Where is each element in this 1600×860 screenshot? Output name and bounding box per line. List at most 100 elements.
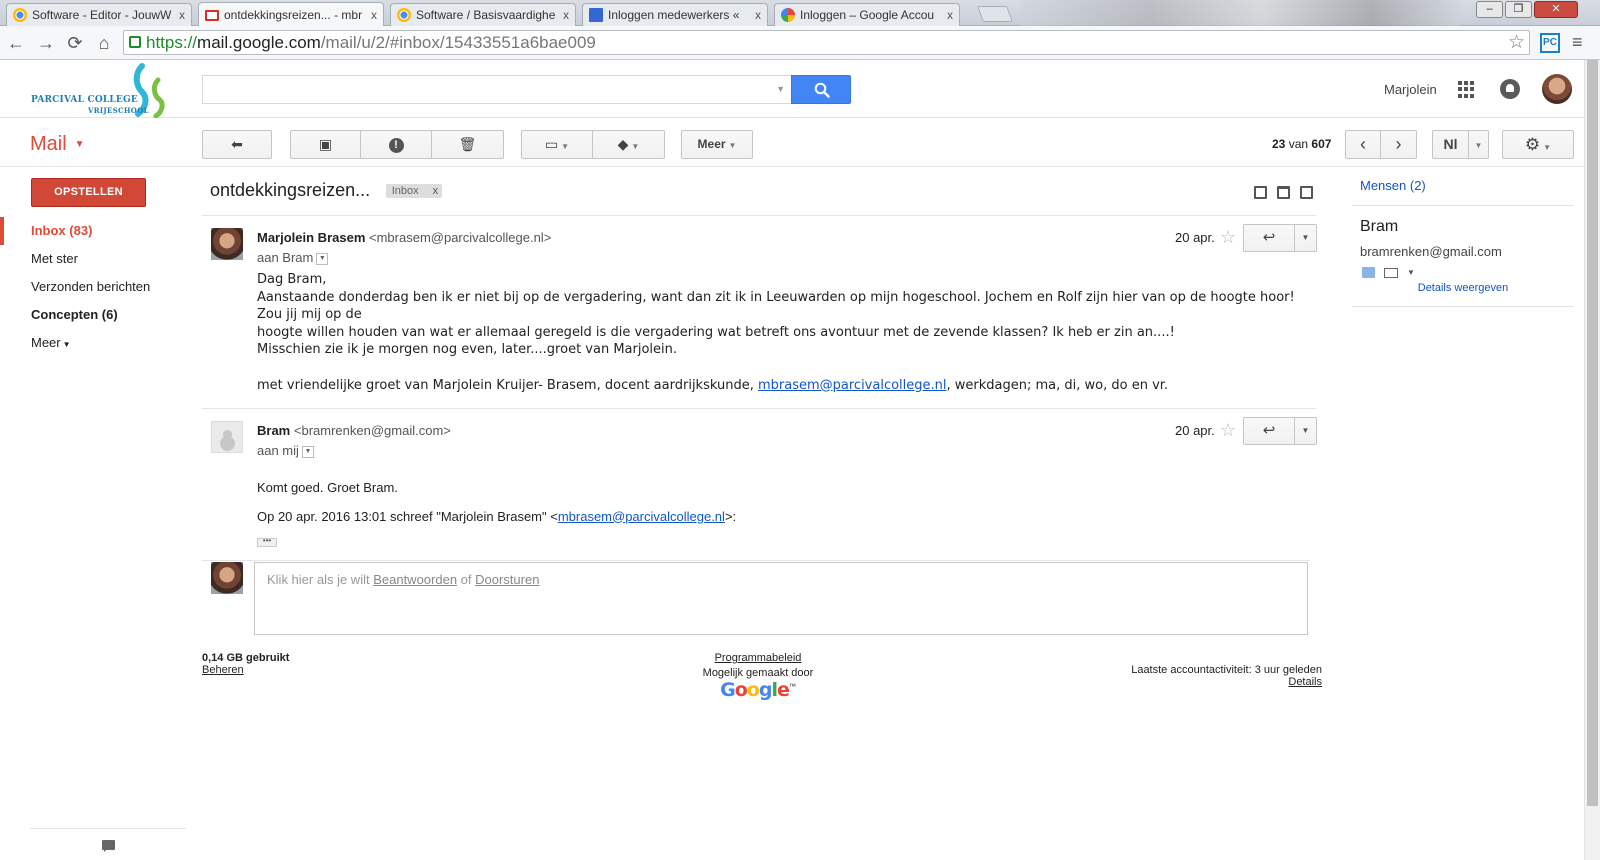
manage-storage-link[interactable]: Beheren bbox=[202, 664, 289, 676]
show-details-chevron-down-icon[interactable]: ▼ bbox=[301, 445, 314, 458]
forward-link[interactable]: Doorsturen bbox=[475, 572, 539, 587]
message-sender[interactable]: Marjolein Brasem <mbrasem@parcivalcolleg… bbox=[257, 230, 551, 245]
google-logo: Google bbox=[720, 679, 790, 701]
browser-tab-google-accounts[interactable]: Inloggen – Google Accou x bbox=[774, 3, 960, 26]
sidebar-item-label: Inbox (83) bbox=[31, 223, 93, 238]
browser-tab-gmail[interactable]: ontdekkingsreizen... - mbr x bbox=[198, 2, 384, 27]
search-button[interactable] bbox=[791, 75, 851, 104]
trademark: ™ bbox=[788, 683, 796, 691]
show-details-chevron-down-icon[interactable]: ▼ bbox=[316, 252, 329, 265]
pager-current: 23 bbox=[1272, 137, 1286, 151]
search-options-chevron-down-icon[interactable]: ▼ bbox=[776, 84, 785, 94]
account-avatar[interactable] bbox=[1542, 74, 1572, 104]
sidebar-item-starred[interactable]: Met ster bbox=[0, 245, 190, 273]
notifications-bell-icon[interactable] bbox=[1500, 79, 1520, 99]
search-input[interactable]: ▼ bbox=[202, 75, 791, 104]
archive-button[interactable]: ▣ bbox=[290, 130, 361, 159]
tab-close-icon[interactable]: x bbox=[371, 8, 377, 22]
page-scrollbar[interactable] bbox=[1584, 60, 1600, 860]
input-language-button[interactable]: Nl bbox=[1432, 130, 1469, 159]
mail-switcher[interactable]: Mail ▼ bbox=[30, 133, 85, 156]
delete-button[interactable]: 🗑 bbox=[432, 130, 504, 159]
quote-email-link[interactable]: mbrasem@parcivalcollege.nl bbox=[558, 509, 725, 524]
quick-reply-box[interactable]: Klik hier als je wilt Beantwoorden of Do… bbox=[254, 562, 1308, 635]
bookmark-star-icon[interactable]: ☆ bbox=[1508, 31, 1525, 54]
divider bbox=[202, 560, 1310, 561]
reply-link[interactable]: Beantwoorden bbox=[373, 572, 457, 587]
people-pane: Mensen (2) Bram bramrenken@gmail.com ▼ D… bbox=[1352, 178, 1574, 307]
scrollbar-thumb[interactable] bbox=[1587, 60, 1598, 806]
print-icon[interactable] bbox=[1277, 186, 1290, 199]
show-trimmed-content-button[interactable]: ••• bbox=[257, 537, 277, 547]
home-icon[interactable]: ⌂ bbox=[94, 33, 114, 53]
message-body: Dag Bram, Aanstaande donderdag ben ik er… bbox=[257, 271, 1317, 394]
tab-close-icon[interactable]: x bbox=[563, 8, 569, 22]
sidebar-item-drafts[interactable]: Concepten (6) bbox=[0, 301, 190, 329]
settings-button[interactable]: ⚙ ▼ bbox=[1502, 130, 1574, 159]
apps-grid-icon[interactable] bbox=[1458, 81, 1475, 98]
activity-details-link[interactable]: Details bbox=[1131, 676, 1322, 688]
extension-pc-icon[interactable]: PC bbox=[1540, 33, 1560, 53]
star-icon[interactable]: ☆ bbox=[1220, 227, 1236, 248]
star-icon[interactable]: ☆ bbox=[1220, 420, 1236, 441]
remove-label-icon[interactable]: x bbox=[433, 185, 439, 197]
parcival-college-logo[interactable]: PARCIVAL COLLEGE VRIJESCHOOL bbox=[30, 62, 172, 119]
url-input[interactable]: https://mail.google.com/mail/u/2/#inbox/… bbox=[123, 30, 1530, 55]
input-language-dropdown[interactable]: ▼ bbox=[1469, 130, 1489, 159]
sender-name: Marjolein Brasem bbox=[257, 230, 366, 245]
recipients-label: aan mij bbox=[257, 443, 299, 458]
program-policy-link[interactable]: Programmabeleid bbox=[668, 652, 848, 664]
sidebar-item-more[interactable]: Meer ▼ bbox=[0, 329, 190, 357]
email-icon[interactable] bbox=[1384, 267, 1398, 278]
search-icon bbox=[814, 82, 830, 98]
sidebar-item-inbox[interactable]: Inbox (83) bbox=[0, 217, 190, 245]
forward-icon[interactable]: → bbox=[36, 33, 56, 53]
sidebar-item-label: Meer bbox=[31, 335, 61, 350]
signature-email-link[interactable]: mbrasem@parcivalcollege.nl bbox=[758, 378, 947, 393]
reply-button[interactable]: ↩ bbox=[1243, 417, 1295, 445]
sidebar-item-sent[interactable]: Verzonden berichten bbox=[0, 273, 190, 301]
add-to-circles-icon[interactable] bbox=[1362, 267, 1375, 278]
close-window-button[interactable]: ✕ bbox=[1534, 1, 1578, 18]
chat-icon[interactable] bbox=[102, 840, 115, 852]
move-to-button[interactable]: ▭ ▼ bbox=[521, 130, 593, 159]
chevron-down-icon: ▼ bbox=[631, 142, 640, 151]
message-sender[interactable]: Bram <bramrenken@gmail.com> bbox=[257, 423, 451, 438]
report-spam-button[interactable]: ! bbox=[361, 130, 432, 159]
browser-menu-icon[interactable]: ≡ bbox=[1572, 32, 1583, 52]
arrow-left-icon: ⬅ bbox=[231, 136, 243, 152]
reply-prompt-text: of bbox=[457, 572, 476, 587]
user-name[interactable]: Marjolein bbox=[1384, 82, 1437, 97]
more-actions-button[interactable]: Meer ▼ bbox=[681, 130, 753, 159]
sender-avatar bbox=[211, 228, 243, 260]
gmail-icon bbox=[205, 9, 219, 21]
browser-tab-software-editor[interactable]: Software - Editor - JouwW x bbox=[6, 3, 192, 26]
labels-button[interactable]: ◆ ▼ bbox=[593, 130, 665, 159]
tab-close-icon[interactable]: x bbox=[947, 8, 953, 22]
message-more-button[interactable]: ▼ bbox=[1295, 224, 1317, 252]
new-tab-button[interactable] bbox=[977, 6, 1013, 22]
show-details-link[interactable]: Details weergeven bbox=[1352, 282, 1574, 294]
back-icon[interactable]: ← bbox=[6, 33, 26, 53]
back-to-inbox-button[interactable]: ⬅ bbox=[202, 130, 272, 159]
reload-icon[interactable]: ⟳ bbox=[65, 33, 85, 53]
reply-button[interactable]: ↩ bbox=[1243, 224, 1295, 252]
expand-all-icon[interactable] bbox=[1254, 186, 1267, 199]
compose-button[interactable]: OPSTELLEN bbox=[31, 178, 146, 207]
browser-tab-software-basisvaardigheden[interactable]: Software / Basisvaardighe x bbox=[390, 3, 576, 26]
sender-email: <mbrasem@parcivalcollege.nl> bbox=[369, 230, 552, 245]
browser-tab-inloggen-medewerkers[interactable]: Inloggen medewerkers « x bbox=[582, 3, 768, 26]
tab-close-icon[interactable]: x bbox=[179, 8, 185, 22]
chevron-down-icon[interactable]: ▼ bbox=[1407, 268, 1415, 277]
quote-header: Op 20 apr. 2016 13:01 schreef "Marjolein… bbox=[257, 508, 1317, 526]
minimize-button[interactable]: – bbox=[1476, 1, 1503, 18]
maximize-button[interactable]: ❐ bbox=[1505, 1, 1532, 18]
message-more-button[interactable]: ▼ bbox=[1295, 417, 1317, 445]
tab-title: Software - Editor - JouwW bbox=[32, 8, 172, 22]
newer-button[interactable]: ‹ bbox=[1345, 130, 1381, 159]
tab-close-icon[interactable]: x bbox=[755, 8, 761, 22]
new-window-icon[interactable] bbox=[1300, 186, 1313, 199]
google-letter: g bbox=[758, 679, 773, 701]
people-title[interactable]: Mensen (2) bbox=[1352, 178, 1574, 193]
older-button[interactable]: › bbox=[1381, 130, 1417, 159]
